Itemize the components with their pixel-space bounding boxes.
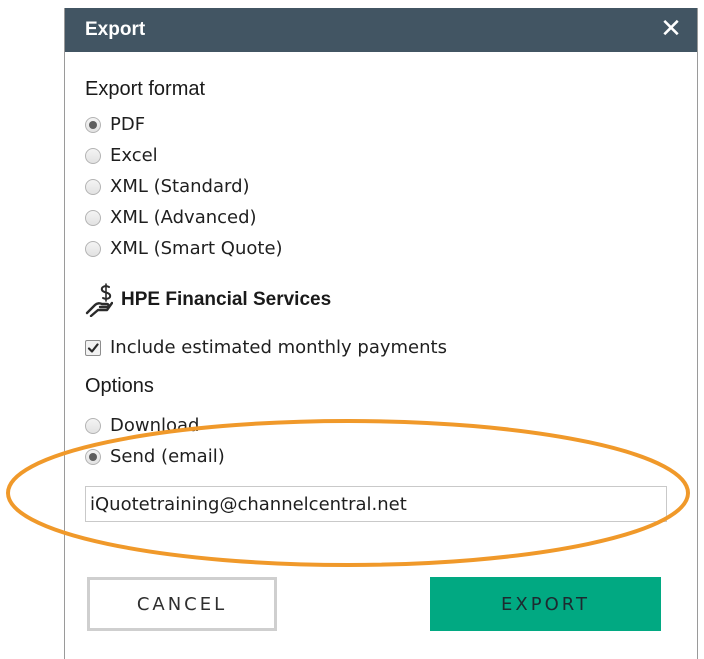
include-payments-label: Include estimated monthly payments — [110, 337, 447, 358]
hpe-financial-services-label: HPE Financial Services — [121, 289, 332, 310]
radio-button[interactable] — [85, 210, 101, 226]
export-dialog: Export ✕ Export format PDF Excel XML (St… — [64, 8, 698, 659]
format-option-label: XML (Standard) — [110, 176, 250, 197]
option-send-email[interactable]: Send (email) — [85, 443, 225, 471]
format-option-label: XML (Advanced) — [110, 207, 257, 228]
include-payments-option[interactable]: Include estimated monthly payments — [85, 334, 447, 362]
radio-button[interactable] — [85, 418, 101, 434]
export-format-heading: Export format — [85, 78, 206, 100]
format-option-label: Excel — [110, 145, 158, 166]
hand-money-icon — [85, 283, 113, 317]
dialog-title: Export — [85, 19, 146, 40]
format-option-label: XML (Smart Quote) — [110, 238, 283, 259]
options-heading: Options — [85, 375, 154, 397]
dialog-titlebar: Export ✕ — [65, 8, 697, 52]
format-option-xml-smart-quote[interactable]: XML (Smart Quote) — [85, 235, 283, 263]
radio-button[interactable] — [85, 241, 101, 257]
radio-button[interactable] — [85, 449, 101, 465]
hpe-financial-services-header: HPE Financial Services — [85, 282, 331, 318]
format-option-pdf[interactable]: PDF — [85, 111, 145, 139]
radio-button[interactable] — [85, 179, 101, 195]
option-label: Download — [110, 415, 200, 436]
close-icon[interactable]: ✕ — [655, 13, 687, 45]
cancel-button[interactable]: CANCEL — [87, 577, 277, 631]
option-download[interactable]: Download — [85, 412, 199, 440]
format-option-label: PDF — [110, 114, 146, 135]
checkmark-icon — [87, 343, 99, 353]
option-label: Send (email) — [110, 446, 225, 467]
radio-button[interactable] — [85, 148, 101, 164]
email-input[interactable] — [85, 486, 667, 522]
export-button[interactable]: EXPORT — [430, 577, 661, 631]
page: Export ✕ Export format PDF Excel XML (St… — [0, 0, 704, 659]
radio-button[interactable] — [85, 117, 101, 133]
format-option-xml-advanced[interactable]: XML (Advanced) — [85, 204, 257, 232]
include-payments-checkbox[interactable] — [85, 340, 101, 356]
format-option-xml-standard[interactable]: XML (Standard) — [85, 173, 250, 201]
format-option-excel[interactable]: Excel — [85, 142, 158, 170]
